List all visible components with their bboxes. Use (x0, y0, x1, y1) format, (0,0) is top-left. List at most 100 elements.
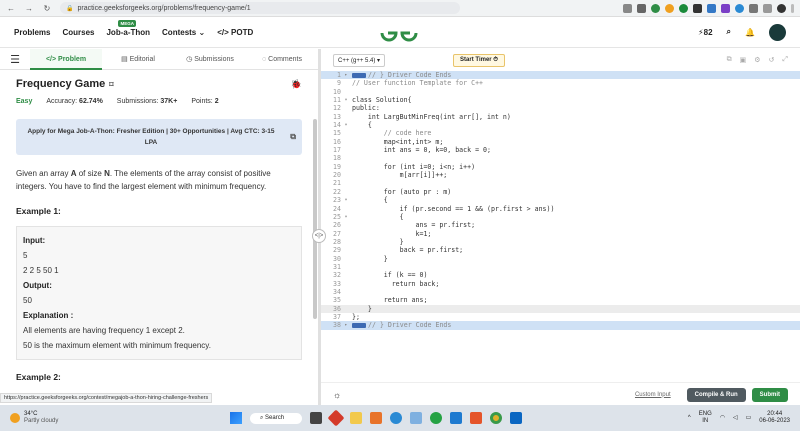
chrome-icon[interactable] (490, 412, 502, 424)
code-line[interactable]: 32 if (k == 0) (321, 271, 800, 279)
clipboard-icon[interactable]: ▣ (740, 56, 747, 64)
compile-run-button[interactable]: Compile & Run (686, 387, 746, 402)
code-line[interactable]: 10 (321, 88, 800, 96)
share-icon[interactable] (623, 3, 632, 13)
bookmark-icon[interactable]: ⌑ (109, 80, 113, 89)
code-line[interactable]: 29 back = pr.first; (321, 246, 800, 254)
code-line[interactable]: 17 int ans = 0, k=0, back = 0; (321, 146, 800, 154)
extension-icon[interactable] (707, 3, 716, 13)
streak[interactable]: ⚡82 (698, 28, 713, 37)
job-a-thon-banner[interactable]: Apply for Mega Job-A-Thon: Fresher Editi… (16, 119, 302, 155)
task-view-icon[interactable] (310, 412, 322, 424)
app-icon[interactable] (327, 409, 345, 427)
scrollbar[interactable] (313, 119, 317, 319)
code-line[interactable]: 33 return back; (321, 280, 800, 288)
custom-input-link[interactable]: Custom Input (635, 392, 671, 398)
extension-icon[interactable] (693, 3, 702, 13)
theme-icon[interactable]: ☼ (333, 390, 341, 400)
chevron-up-icon[interactable]: ^ (688, 415, 691, 422)
code-line[interactable]: 27 k=1; (321, 230, 800, 238)
extension-icon[interactable] (735, 3, 744, 13)
code-line[interactable]: 1 ▸// } Driver Code Ends (321, 71, 800, 80)
code-line[interactable]: 24 if (pr.second == 1 && (pr.first > ans… (321, 205, 800, 213)
tab-editorial[interactable]: ▤ Editorial (102, 49, 174, 70)
code-line[interactable]: 16 map<int,int> m; (321, 138, 800, 146)
whatsapp-icon[interactable] (430, 412, 442, 424)
menu-icon[interactable] (791, 3, 794, 13)
code-line[interactable]: 25 ▾ { (321, 213, 800, 221)
sidebar-icon[interactable] (763, 3, 772, 13)
file-explorer-icon[interactable] (350, 412, 362, 424)
app-icon[interactable] (370, 412, 382, 424)
code-line[interactable]: 34 (321, 288, 800, 296)
code-line[interactable]: 20 m[arr[i]]++; (321, 171, 800, 179)
extension-icon[interactable] (679, 3, 688, 13)
folded-region-icon[interactable] (352, 322, 366, 328)
code-line[interactable]: 37}; (321, 313, 800, 321)
tab-problem[interactable]: </> Problem (30, 49, 102, 70)
code-line[interactable]: 12 public: (321, 104, 800, 112)
code-line[interactable]: 28 } (321, 238, 800, 246)
code-line[interactable]: 13 int LargButMinFreq(int arr[], int n) (321, 113, 800, 121)
nav-contests[interactable]: Contests ⌄ (162, 28, 205, 37)
folded-region-icon[interactable] (352, 72, 366, 78)
app-icon[interactable] (390, 412, 402, 424)
code-line[interactable]: 26 ans = pr.first; (321, 221, 800, 229)
address-bar[interactable]: 🔒 practice.geeksforgeeks.org/problems/fr… (60, 2, 460, 14)
gfg-logo-icon[interactable] (378, 23, 420, 43)
submit-button[interactable]: Submit (751, 387, 788, 402)
taskbar-search[interactable]: ⌕ Search (250, 412, 302, 424)
code-line[interactable]: 11 ▾ class Solution{ (321, 96, 800, 104)
code-line[interactable]: 38 ▸// } Driver Code Ends (321, 321, 800, 330)
nav-potd[interactable]: </> POTD (217, 28, 253, 37)
tab-comments[interactable]: ◌ Comments (246, 49, 318, 70)
code-line[interactable]: 19 for (int i=0; i<n; i++) (321, 163, 800, 171)
vscode-icon[interactable] (450, 412, 462, 424)
nav-courses[interactable]: Courses (62, 28, 94, 37)
hamburger-icon[interactable]: ☰ (0, 53, 30, 66)
reload-icon[interactable]: ↻ (42, 4, 52, 13)
language-select[interactable]: C++ (g++ 5.4) ▾ (333, 53, 386, 67)
nav-job-a-thon[interactable]: MEGA Job-a-Thon (106, 19, 150, 37)
code-line[interactable]: 35 return ans; (321, 296, 800, 304)
settings-icon[interactable]: ⚙ (754, 56, 760, 64)
star-icon[interactable] (637, 3, 646, 13)
bug-icon[interactable]: 🐞 (291, 79, 302, 90)
code-line[interactable]: 30 } (321, 255, 800, 263)
code-line[interactable]: 15 // code here (321, 129, 800, 137)
profile-icon[interactable] (777, 3, 786, 13)
linkedin-icon[interactable] (510, 412, 522, 424)
code-line[interactable]: 9 // User function Template for C++ (321, 79, 800, 87)
code-line[interactable]: 31 (321, 263, 800, 271)
weather-widget[interactable]: 34°C Partly cloudy (0, 411, 230, 425)
windows-start-icon[interactable] (230, 412, 242, 424)
back-icon[interactable]: ← (6, 4, 16, 13)
resize-handle-icon[interactable]: <|> (312, 229, 326, 243)
search-icon[interactable]: ⌕ (727, 27, 731, 37)
volume-icon[interactable]: ◁ (733, 415, 738, 422)
extension-icon[interactable] (721, 3, 730, 13)
extension-icon[interactable] (651, 3, 660, 13)
forward-icon[interactable]: → (24, 4, 34, 13)
code-line[interactable]: 14 ▾ { (321, 121, 800, 129)
fullscreen-icon[interactable]: ⤢ (782, 56, 788, 64)
bell-icon[interactable]: 🔔 (745, 28, 755, 37)
avatar[interactable] (769, 23, 786, 41)
reset-icon[interactable]: ↺ (769, 56, 775, 64)
code-line[interactable]: 22 for (auto pr : m) (321, 188, 800, 196)
puzzle-icon[interactable] (749, 3, 758, 13)
photos-icon[interactable] (410, 412, 422, 424)
code-line[interactable]: 21 (321, 179, 800, 187)
start-timer-button[interactable]: Start Timer ⏱ (453, 53, 505, 67)
extension-icon[interactable] (665, 3, 674, 13)
nav-problems[interactable]: Problems (14, 28, 50, 37)
wifi-icon[interactable]: ◠ (720, 415, 725, 422)
code-line[interactable]: 36 } (321, 304, 800, 313)
copy-icon[interactable]: ⧉ (727, 56, 732, 64)
code-line[interactable]: 18 (321, 154, 800, 162)
code-line[interactable]: 23 ▾ { (321, 196, 800, 204)
brave-icon[interactable] (470, 412, 482, 424)
tab-submissions[interactable]: ◷ Submissions (174, 49, 246, 70)
clock[interactable]: 20:44 06-06-2023 (759, 411, 790, 425)
battery-icon[interactable]: ▭ (746, 415, 752, 422)
